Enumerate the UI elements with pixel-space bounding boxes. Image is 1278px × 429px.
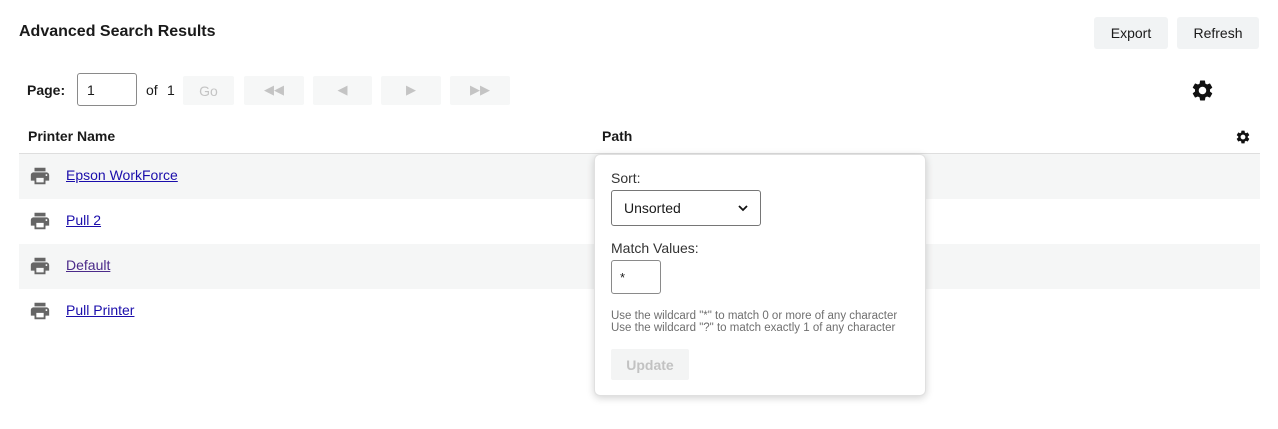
sort-select-value: Unsorted <box>624 200 681 216</box>
last-page-button[interactable]: ▶▶ <box>450 76 510 105</box>
printer-icon <box>30 212 50 230</box>
printer-link[interactable]: Epson WorkForce <box>66 167 178 183</box>
match-values-input[interactable] <box>611 260 661 294</box>
previous-page-button[interactable]: ◀ <box>313 76 372 105</box>
go-button[interactable]: Go <box>183 76 234 105</box>
export-button[interactable]: Export <box>1094 17 1168 49</box>
printer-link[interactable]: Pull 2 <box>66 212 101 228</box>
wildcard-help: Use the wildcard "*" to match 0 or more … <box>611 310 897 334</box>
wildcard-help-line-2: Use the wildcard "?" to match exactly 1 … <box>611 322 896 334</box>
printer-icon <box>30 302 50 320</box>
first-page-button[interactable]: ◀◀ <box>244 76 304 105</box>
printer-icon <box>30 167 50 185</box>
printer-link[interactable]: Pull Printer <box>66 302 134 318</box>
column-header-path[interactable]: Path <box>602 128 632 144</box>
gear-icon[interactable] <box>1190 78 1215 103</box>
column-settings-gear-icon[interactable] <box>1235 129 1251 145</box>
chevron-down-icon <box>738 204 748 211</box>
printer-icon <box>30 257 50 275</box>
printer-link[interactable]: Default <box>66 257 110 273</box>
next-page-button[interactable]: ▶ <box>381 76 441 105</box>
page-title: Advanced Search Results <box>19 23 216 40</box>
of-label: of <box>146 82 158 98</box>
update-button[interactable]: Update <box>611 349 689 380</box>
sort-label: Sort: <box>611 170 641 186</box>
path-filter-popover: Sort: Unsorted Match Values: Use the wil… <box>594 154 926 396</box>
refresh-button[interactable]: Refresh <box>1177 17 1259 49</box>
column-header-printer-name[interactable]: Printer Name <box>28 128 115 144</box>
match-values-label: Match Values: <box>611 240 699 256</box>
total-pages: 1 <box>167 82 175 98</box>
page-number-input[interactable] <box>77 73 137 106</box>
page-label: Page: <box>27 82 66 98</box>
sort-select[interactable]: Unsorted <box>611 190 761 226</box>
wildcard-help-line-1: Use the wildcard "*" to match 0 or more … <box>611 310 898 322</box>
